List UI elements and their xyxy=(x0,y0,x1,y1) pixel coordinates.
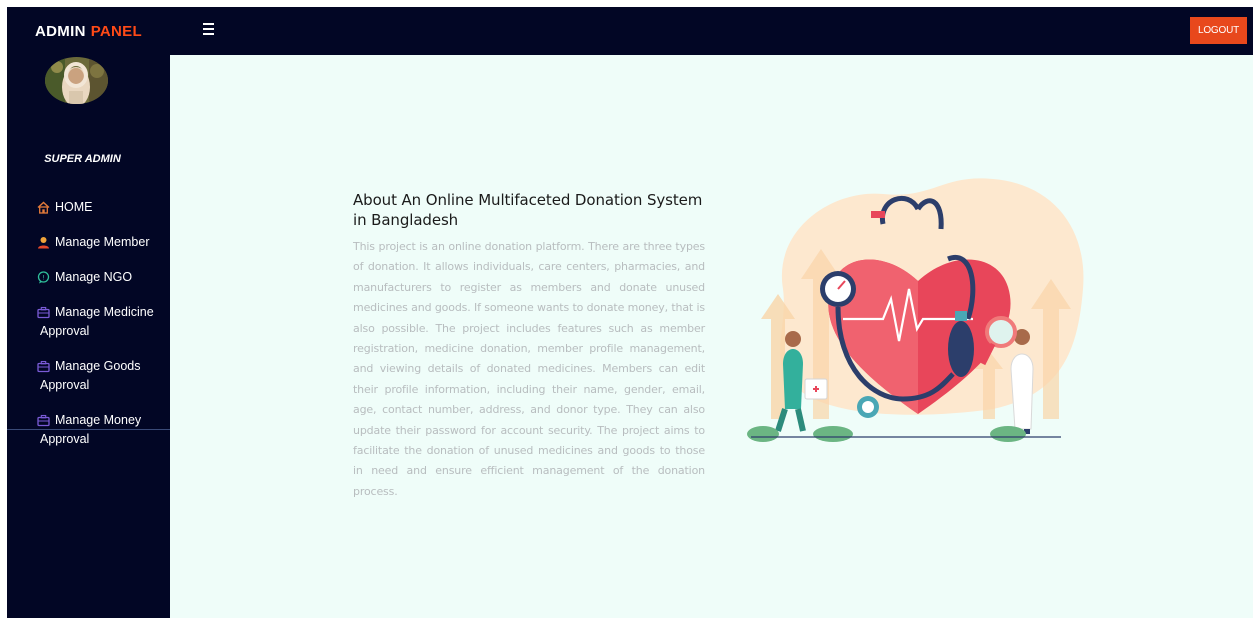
home-icon xyxy=(37,201,50,214)
sidebar-item-label: Manage Goods Approval xyxy=(40,359,141,392)
user-icon xyxy=(37,236,50,249)
brand-admin: ADMIN xyxy=(35,22,86,40)
sidebar-item-label: Manage Member xyxy=(55,235,150,249)
top-navbar: ADMIN PANEL LOGOUT xyxy=(7,7,1253,55)
sidebar-item-label: Manage Medicine Approval xyxy=(40,305,154,338)
about-description: This project is an online donation platf… xyxy=(353,240,705,498)
role-label: SUPER ADMIN xyxy=(44,153,121,165)
sidebar-divider xyxy=(7,429,170,430)
sidebar: SUPER ADMIN HOME Manage Member ! Manage … xyxy=(7,55,170,618)
app-frame: ADMIN PANEL LOGOUT SUPER ADMIN HOME Mana… xyxy=(7,7,1253,618)
chat-icon: ! xyxy=(37,271,50,284)
logout-button[interactable]: LOGOUT xyxy=(1190,17,1247,44)
sidebar-item-label: Manage NGO xyxy=(55,270,133,284)
brand-panel: PANEL xyxy=(90,22,142,40)
page-title: About An Online Multifaceted Donation Sy… xyxy=(353,191,703,229)
brand-logo[interactable]: ADMIN PANEL xyxy=(7,7,170,55)
main-content: About An Online Multifaceted Donation Sy… xyxy=(170,55,1253,618)
hamburger-icon[interactable] xyxy=(203,23,215,37)
svg-text:!: ! xyxy=(42,273,45,281)
medical-illustration xyxy=(743,169,1103,449)
avatar xyxy=(45,57,108,104)
sidebar-item-label: Manage Money Approval xyxy=(40,413,142,446)
about-section: About An Online Multifaceted Donation Sy… xyxy=(353,190,705,502)
sidebar-item-label: HOME xyxy=(55,200,93,214)
